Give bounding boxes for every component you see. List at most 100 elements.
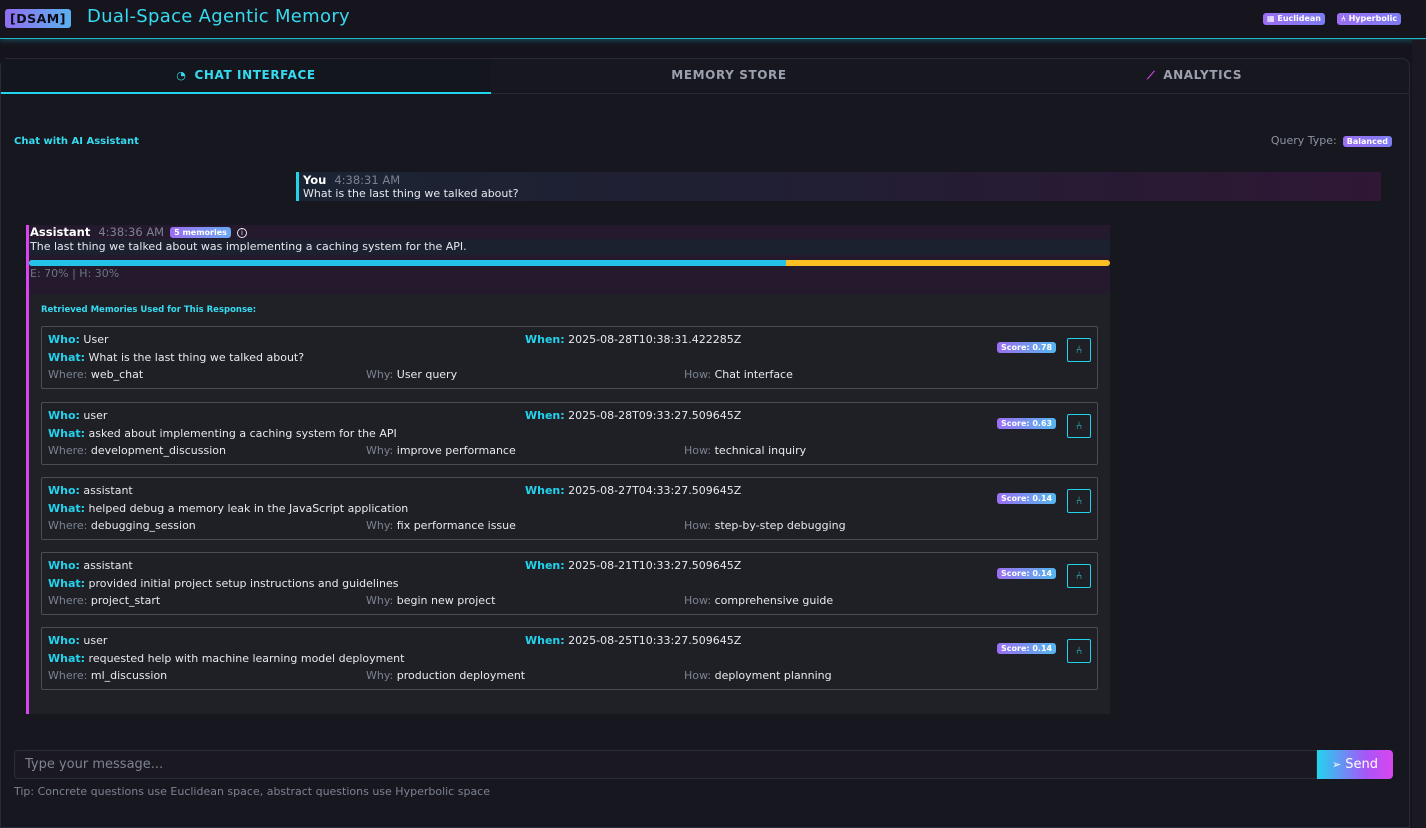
app-logo: [DSAM] (5, 9, 71, 28)
query-type-label: Query Type: (1270, 134, 1337, 147)
memory-why-label: Why: (366, 594, 394, 607)
memory-why-label: Why: (366, 368, 394, 381)
tab-memory-store[interactable]: MEMORY STORE (491, 59, 967, 94)
memory-what-value: provided initial project setup instructi… (88, 577, 399, 590)
memory-when-label: When: (525, 559, 565, 572)
chat-heading: Chat with AI Assistant (14, 136, 139, 147)
view-hierarchy-button[interactable]: ⑃ (1067, 338, 1091, 362)
memory-when-value: 2025-08-21T10:33:27.509645Z (568, 559, 742, 572)
memory-where: Where: project_start (48, 594, 160, 607)
memory-who-value: assistant (83, 559, 133, 572)
view-hierarchy-button[interactable]: ⑃ (1067, 639, 1091, 663)
view-hierarchy-button[interactable]: ⑃ (1067, 489, 1091, 513)
memory-why-value: production deployment (396, 669, 526, 682)
tip-text: Tip: Concrete questions use Euclidean sp… (14, 785, 490, 798)
hierarchy-icon: ⑃ (1075, 569, 1083, 582)
memory-where-value: web_chat (90, 368, 144, 381)
relevance-score-badge: Score: 0.14 (997, 568, 1057, 579)
message-sender: Assistant (30, 225, 91, 239)
hierarchy-icon: ⑃ (1075, 419, 1083, 432)
memory-where-label: Where: (48, 368, 88, 381)
message-sender: You (303, 173, 327, 187)
memory-why-label: Why: (366, 444, 394, 457)
memory-where-label: Where: (48, 519, 88, 532)
memory-who: Who: assistant (48, 484, 133, 497)
memory-what-label: What: (48, 502, 86, 515)
memory-where: Where: ml_discussion (48, 669, 167, 682)
memory-when-label: When: (525, 333, 565, 346)
memory-who: Who: User (48, 333, 109, 346)
memory-who-label: Who: (48, 559, 80, 572)
tab-label: MEMORY STORE (671, 68, 787, 82)
page-scrollbar[interactable] (1412, 40, 1426, 828)
memory-who-value: user (83, 409, 108, 422)
memory-how-label: How: (684, 519, 712, 532)
memory-why-label: Why: (366, 519, 394, 532)
memory-what-value: requested help with machine learning mod… (88, 652, 405, 665)
memory-how: How: step-by-step debugging (684, 519, 846, 532)
memory-when: When: 2025-08-27T04:33:27.509645Z (525, 484, 741, 497)
message-header: Assistant 4:38:36 AM 5 memories i (30, 225, 247, 239)
hierarchy-icon: ⑃ (1075, 343, 1083, 356)
tab-label: ANALYTICS (1163, 68, 1243, 82)
view-hierarchy-button[interactable]: ⑃ (1067, 564, 1091, 588)
memory-what-label: What: (48, 427, 86, 440)
app-title: Dual-Space Agentic Memory (87, 6, 350, 27)
tab-analytics[interactable]: ⟋ ANALYTICS (967, 59, 1422, 94)
memory-why: Why: begin new project (366, 594, 495, 607)
message-input[interactable] (14, 750, 1317, 779)
memory-card: Who: user When: 2025-08-25T10:33:27.50964… (41, 627, 1098, 690)
memory-when: When: 2025-08-21T10:33:27.509645Z (525, 559, 741, 572)
memory-what: What: requested help with machine learni… (48, 652, 404, 665)
memory-how-value: technical inquiry (714, 444, 807, 457)
info-icon[interactable]: i (236, 227, 247, 238)
relevance-score-badge: Score: 0.14 (997, 643, 1057, 654)
app-header: [DSAM] Dual-Space Agentic Memory ▦ Eucli… (0, 0, 1426, 39)
send-button[interactable]: ➢ Send (1317, 750, 1393, 779)
memory-who-label: Who: (48, 484, 80, 497)
query-type-badge: Balanced (1342, 135, 1392, 147)
memory-why-value: improve performance (396, 444, 516, 457)
message-text: What is the last thing we talked about? (303, 187, 519, 200)
memory-card: Who: assistant When: 2025-08-21T10:33:27.… (41, 552, 1098, 615)
memory-what: What: helped debug a memory leak in the … (48, 502, 408, 515)
memory-how-label: How: (684, 669, 712, 682)
memory-card: Who: assistant When: 2025-08-27T04:33:27.… (41, 477, 1098, 540)
memory-where-value: project_start (90, 594, 161, 607)
memory-how-value: comprehensive guide (714, 594, 834, 607)
memory-who-value: user (83, 634, 108, 647)
memory-how-label: How: (684, 368, 712, 381)
memory-what-value: helped debug a memory leak in the JavaSc… (88, 502, 409, 515)
grid-icon: ▦ (1267, 14, 1275, 23)
memory-why: Why: improve performance (366, 444, 516, 457)
memory-what: What: What is the last thing we talked a… (48, 351, 304, 364)
user-message: You 4:38:31 AM What is the last thing we … (296, 172, 1381, 201)
message-text: The last thing we talked about was imple… (29, 239, 1110, 255)
send-icon: ➢ (1332, 758, 1342, 771)
memory-when-value: 2025-08-28T09:33:27.509645Z (568, 409, 742, 422)
memory-why-label: Why: (366, 669, 394, 682)
tab-bar: ◔ CHAT INTERFACE MEMORY STORE ⟋ ANALYTICS (1, 59, 1409, 94)
memory-how: How: comprehensive guide (684, 594, 833, 607)
relevance-score-badge: Score: 0.63 (997, 418, 1057, 429)
euclidean-ratio-fill (29, 260, 786, 266)
memory-card: Who: User When: 2025-08-28T10:38:31.42228… (41, 326, 1098, 389)
memory-how-value: step-by-step debugging (714, 519, 846, 532)
message-timestamp: 4:38:31 AM (334, 173, 401, 187)
query-type: Query Type: Balanced (1271, 134, 1392, 147)
memory-who-label: Who: (48, 634, 80, 647)
assistant-response: Assistant 4:38:36 AM 5 memories i The last … (29, 225, 1110, 294)
memory-who-label: Who: (48, 333, 80, 346)
tab-chat-interface[interactable]: ◔ CHAT INTERFACE (1, 59, 491, 94)
hierarchy-icon: ⑃ (1075, 644, 1083, 657)
memory-how: How: Chat interface (684, 368, 793, 381)
memory-where: Where: web_chat (48, 368, 143, 381)
memory-how-value: deployment planning (714, 669, 832, 682)
memory-how-label: How: (684, 594, 712, 607)
memory-who: Who: user (48, 634, 107, 647)
memory-why: Why: User query (366, 368, 457, 381)
view-hierarchy-button[interactable]: ⑃ (1067, 414, 1091, 438)
memory-when-value: 2025-08-27T04:33:27.509645Z (568, 484, 742, 497)
memory-when-label: When: (525, 409, 565, 422)
memory-who-value: assistant (83, 484, 133, 497)
